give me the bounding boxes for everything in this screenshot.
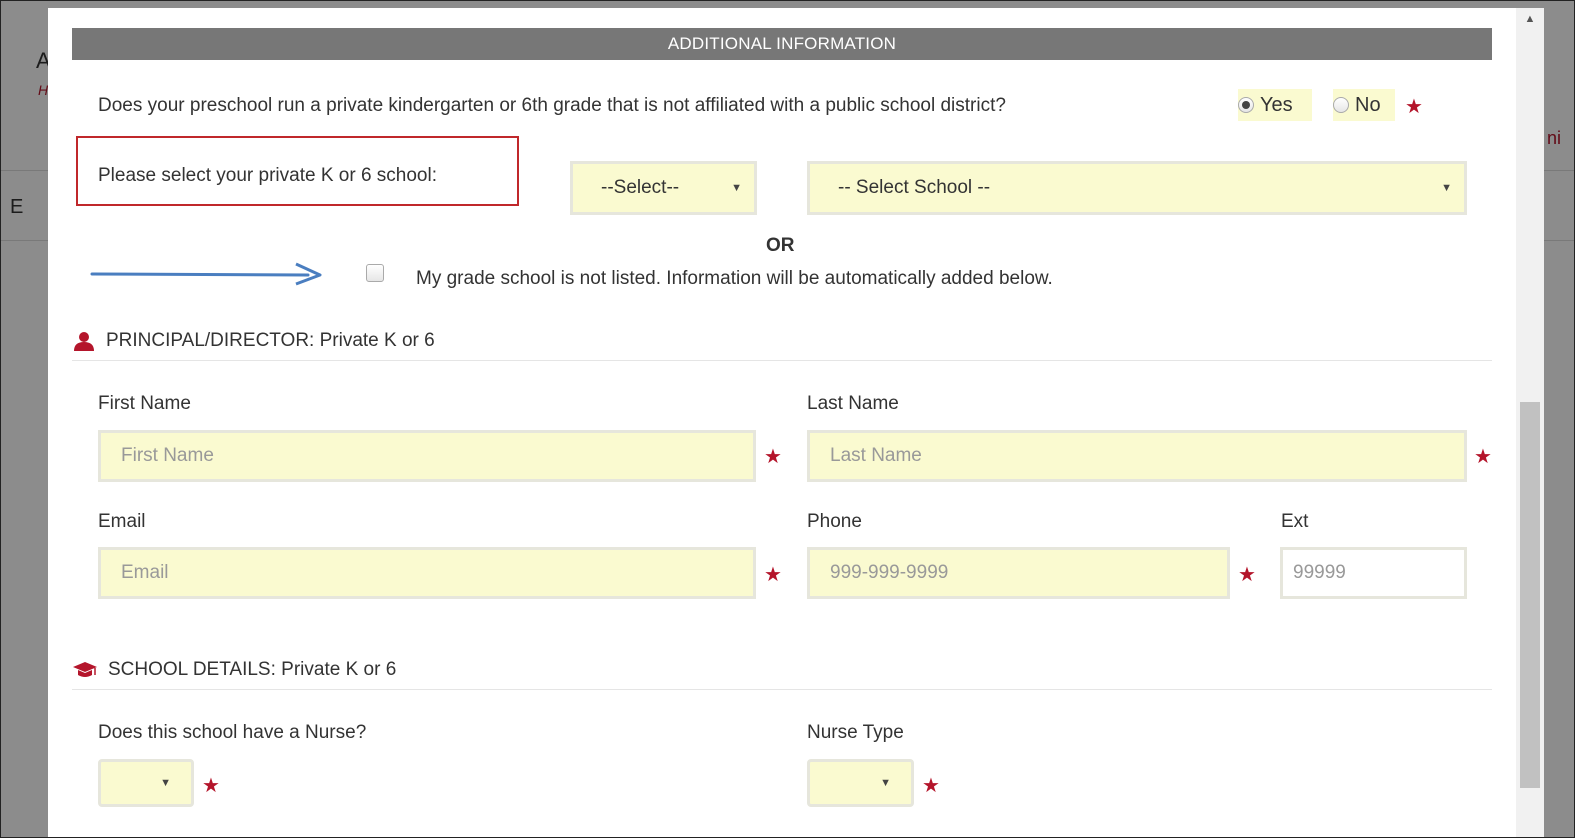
not-listed-checkbox[interactable] <box>366 264 384 282</box>
nurse-type-label: Nurse Type <box>807 722 904 743</box>
school-select-label: Please select your private K or 6 school… <box>98 165 438 186</box>
school-type-select-value: --Select-- <box>601 177 680 198</box>
phone-label: Phone <box>807 511 862 532</box>
radio-no-circle[interactable] <box>1333 97 1349 113</box>
phone-field[interactable]: 999-999-9999 <box>807 547 1230 599</box>
or-divider-text: OR <box>766 235 795 256</box>
private-school-question: Does your preschool run a private kinder… <box>98 95 1006 116</box>
additional-information-modal: ADDITIONAL INFORMATION Does your prescho… <box>48 8 1516 838</box>
required-star-icon: ★ <box>1238 564 1256 586</box>
required-star-icon: ★ <box>764 446 782 468</box>
last-name-label: Last Name <box>807 393 899 414</box>
radio-yes[interactable]: Yes <box>1238 89 1312 121</box>
ext-label: Ext <box>1281 511 1309 532</box>
graduation-cap-icon <box>72 660 98 680</box>
not-listed-label: My grade school is not listed. Informati… <box>416 268 1053 289</box>
school-type-select[interactable]: --Select-- ▼ <box>570 161 757 215</box>
scrollbar-thumb[interactable] <box>1520 402 1540 788</box>
required-star-icon: ★ <box>764 564 782 586</box>
email-field[interactable]: Email <box>98 547 756 599</box>
chevron-down-icon: ▼ <box>880 777 891 789</box>
radio-no[interactable]: No <box>1333 89 1395 121</box>
nurse-type-select[interactable]: ▼ <box>807 759 914 807</box>
modal-scrollbar[interactable]: ▲ <box>1516 8 1544 838</box>
required-star-icon: ★ <box>922 775 940 797</box>
radio-no-label: No <box>1355 93 1381 116</box>
principal-section-title: PRINCIPAL/DIRECTOR: Private K or 6 <box>106 330 435 351</box>
user-icon <box>72 331 96 351</box>
email-label: Email <box>98 511 146 532</box>
first-name-label: First Name <box>98 393 191 414</box>
school-details-section-header: SCHOOL DETAILS: Private K or 6 <box>72 659 1492 690</box>
nurse-question-select[interactable]: ▼ <box>98 759 194 807</box>
radio-yes-label: Yes <box>1260 93 1293 116</box>
school-name-select-value: -- Select School -- <box>838 177 991 198</box>
required-star-icon: ★ <box>202 775 220 797</box>
chevron-down-icon: ▼ <box>731 182 742 194</box>
scroll-up-arrow-icon[interactable]: ▲ <box>1516 8 1544 30</box>
chevron-down-icon: ▼ <box>1441 182 1452 194</box>
required-star-icon: ★ <box>1474 446 1492 468</box>
school-details-section-title: SCHOOL DETAILS: Private K or 6 <box>108 659 397 680</box>
last-name-field[interactable]: Last Name <box>807 430 1467 482</box>
school-name-select[interactable]: -- Select School -- ▼ <box>807 161 1467 215</box>
chevron-down-icon: ▼ <box>160 777 171 789</box>
first-name-field[interactable]: First Name <box>98 430 756 482</box>
blue-arrow-annotation <box>90 262 322 286</box>
radio-yes-circle[interactable] <box>1238 97 1254 113</box>
principal-section-header: PRINCIPAL/DIRECTOR: Private K or 6 <box>72 330 1492 361</box>
nurse-question-label: Does this school have a Nurse? <box>98 722 367 743</box>
ext-field[interactable]: 99999 <box>1280 547 1467 599</box>
required-star-icon: ★ <box>1405 96 1423 118</box>
section-banner: ADDITIONAL INFORMATION <box>72 28 1492 60</box>
